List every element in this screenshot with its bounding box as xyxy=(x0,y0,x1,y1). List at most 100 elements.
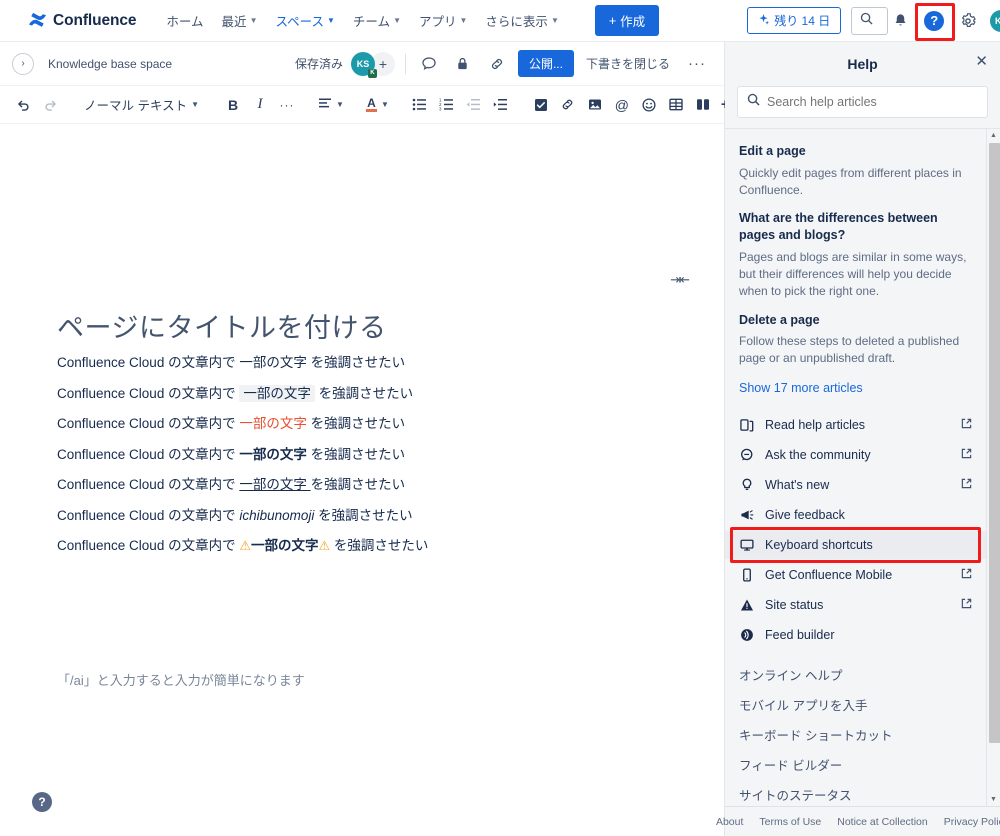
image-icon[interactable] xyxy=(582,92,608,118)
restrictions-lock-icon[interactable] xyxy=(450,51,476,77)
breadcrumb[interactable]: Knowledge base space xyxy=(48,57,172,71)
content-line[interactable]: Confluence Cloud の文章内で 一部の文字 を強調させたい xyxy=(57,478,657,492)
nav-item-spaces[interactable]: スペース ▼ xyxy=(267,5,342,36)
scroll-down-arrow-icon[interactable]: ▼ xyxy=(987,793,1000,806)
page-title[interactable]: ページにタイトルを付ける xyxy=(57,306,386,345)
mention-icon[interactable]: @ xyxy=(609,92,635,118)
warning-icon xyxy=(739,598,755,612)
indent-icon[interactable] xyxy=(488,92,514,118)
help-menu-item-get-confluence-mobile[interactable]: Get Confluence Mobile xyxy=(725,561,986,589)
content-line[interactable]: Confluence Cloud の文章内で ⚠一部の文字⚠ を強調させたい xyxy=(57,539,657,553)
text-align-dropdown[interactable]: ▼ xyxy=(314,97,348,112)
help-menu-item-ask-the-community[interactable]: Ask the community xyxy=(725,441,986,469)
show-more-articles-link[interactable]: Show 17 more articles xyxy=(725,381,986,395)
confluence-home-link[interactable]: Confluence xyxy=(28,11,136,31)
collaborator-initials: KS xyxy=(357,59,370,69)
app-switcher-icon[interactable] xyxy=(10,10,20,32)
publish-button[interactable]: 公開... xyxy=(518,50,574,77)
bullet-list-icon[interactable] xyxy=(407,92,433,118)
content-line[interactable]: Confluence Cloud の文章内で 一部の文字 を強調させたい xyxy=(57,387,657,401)
nav-item-more[interactable]: さらに表示 ▼ xyxy=(477,5,566,36)
help-menu-item-label: Site status xyxy=(765,598,823,612)
content-line[interactable]: Confluence Cloud の文章内で 一部の文字 を強調させたい xyxy=(57,356,657,370)
help-search-box[interactable] xyxy=(737,86,988,118)
numbered-list-icon[interactable]: 1 2 3 xyxy=(434,92,460,118)
help-panel-title: Help xyxy=(847,56,877,72)
redo-icon[interactable] xyxy=(37,92,63,118)
help-article-description: Follow these steps to deleted a publishe… xyxy=(739,333,972,367)
external-link-icon xyxy=(961,478,972,492)
layout-icon[interactable] xyxy=(690,92,716,118)
help-fab-button[interactable]: ? xyxy=(32,792,52,812)
help-article-title[interactable]: Delete a page xyxy=(739,312,972,329)
color-swatch xyxy=(366,109,377,112)
collapse-width-icon[interactable]: ⇥⇤ xyxy=(670,272,688,288)
footer-link-terms-of-use[interactable]: Terms of Use xyxy=(759,816,821,828)
outdent-icon[interactable] xyxy=(461,92,487,118)
copy-link-icon[interactable] xyxy=(484,51,510,77)
close-icon[interactable]: ✕ xyxy=(975,54,988,69)
help-button[interactable]: ? xyxy=(922,9,946,33)
help-article[interactable]: Delete a page Follow these steps to dele… xyxy=(725,312,986,367)
scrollbar-thumb[interactable] xyxy=(989,143,1000,743)
help-jp-menu-item-feed-builder[interactable]: フィード ビルダー xyxy=(725,749,986,779)
footer-link-about[interactable]: About xyxy=(716,816,743,828)
help-menu-item-whats-new[interactable]: What's new xyxy=(725,471,986,499)
notifications-bell-icon[interactable] xyxy=(888,9,912,33)
help-jp-menu-item-get-mobile-app[interactable]: モバイル アプリを入手 xyxy=(725,689,986,719)
help-panel-scrollbar[interactable]: ▲ ▼ xyxy=(986,129,1000,806)
link-icon[interactable] xyxy=(555,92,581,118)
content-line[interactable]: Confluence Cloud の文章内で 一部の文字 を強調させたい xyxy=(57,448,657,462)
help-article-title[interactable]: What are the differences between pages a… xyxy=(739,210,972,244)
help-article-title[interactable]: Edit a page xyxy=(739,143,972,160)
emoji-icon[interactable] xyxy=(636,92,662,118)
help-article[interactable]: Edit a page Quickly edit pages from diff… xyxy=(725,143,986,198)
nav-item-apps[interactable]: アプリ ▼ xyxy=(411,5,475,36)
text-color-dropdown[interactable]: A ▼ xyxy=(362,98,393,112)
content-line[interactable]: Confluence Cloud の文章内で 一部の文字 を強調させたい xyxy=(57,417,657,431)
help-jp-menu-item-keyboard-shortcuts[interactable]: キーボード ショートカット xyxy=(725,719,986,749)
help-menu-item-keyboard-shortcuts[interactable]: Keyboard shortcuts xyxy=(725,531,986,559)
help-jp-menu-item-online-help[interactable]: オンライン ヘルプ xyxy=(725,659,986,689)
more-formatting-button[interactable]: ··· xyxy=(274,92,300,118)
help-article-description: Pages and blogs are similar in some ways… xyxy=(739,249,972,299)
create-button[interactable]: + 作成 xyxy=(595,5,659,36)
collaborator-avatar[interactable]: KS K xyxy=(351,52,375,76)
page-body[interactable]: Confluence Cloud の文章内で 一部の文字 を強調させたい Con… xyxy=(57,356,657,570)
page-canvas[interactable]: ⇥⇤ ページにタイトルを付ける Confluence Cloud の文章内で 一… xyxy=(0,124,724,834)
line-emphasis-highlight: 一部の文字 xyxy=(239,385,315,402)
content-line[interactable]: Confluence Cloud の文章内で ichibunomoji を強調さ… xyxy=(57,509,657,523)
help-menu-item-give-feedback[interactable]: Give feedback xyxy=(725,501,986,529)
nav-item-teams[interactable]: チーム ▼ xyxy=(345,5,409,36)
scroll-up-arrow-icon[interactable]: ▲ xyxy=(987,129,1000,142)
chevron-down-icon: ▼ xyxy=(381,100,389,109)
more-options-button[interactable]: ··· xyxy=(682,55,712,72)
trial-days-badge[interactable]: 残り 14 日 xyxy=(747,7,841,34)
nav-item-recent[interactable]: 最近 ▼ xyxy=(214,5,266,36)
search-icon xyxy=(747,93,760,111)
footer-link-privacy-policy[interactable]: Privacy Policy xyxy=(944,816,1000,828)
text-style-dropdown[interactable]: ノーマル テキスト ▼ xyxy=(77,95,206,114)
bold-button[interactable]: B xyxy=(220,92,246,118)
global-search-box[interactable] xyxy=(851,7,888,35)
undo-icon[interactable] xyxy=(10,92,36,118)
help-article[interactable]: What are the differences between pages a… xyxy=(725,210,986,299)
close-draft-button[interactable]: 下書きを閉じる xyxy=(582,50,674,77)
line-prefix: Confluence Cloud の文章内で xyxy=(57,355,239,370)
nav-item-home[interactable]: ホーム xyxy=(158,5,211,36)
help-menu-item-read-help-articles[interactable]: Read help articles xyxy=(725,411,986,439)
help-menu-item-feed-builder[interactable]: Feed builder xyxy=(725,621,986,649)
table-icon[interactable] xyxy=(663,92,689,118)
expand-sidebar-button[interactable]: › xyxy=(12,53,34,75)
settings-gear-icon[interactable] xyxy=(956,9,980,33)
help-jp-menu-item-site-status[interactable]: サイトのステータス xyxy=(725,779,986,806)
task-list-icon[interactable] xyxy=(528,92,554,118)
line-suffix: を強調させたい xyxy=(307,447,405,462)
help-menu-item-site-status[interactable]: Site status xyxy=(725,591,986,619)
italic-button[interactable]: I xyxy=(247,92,273,118)
user-avatar[interactable]: KS xyxy=(990,10,1000,32)
comment-icon[interactable] xyxy=(416,51,442,77)
help-search-input[interactable] xyxy=(767,95,978,109)
footer-link-notice-at-collection[interactable]: Notice at Collection xyxy=(837,816,927,828)
collaborators: KS K + xyxy=(351,52,395,76)
